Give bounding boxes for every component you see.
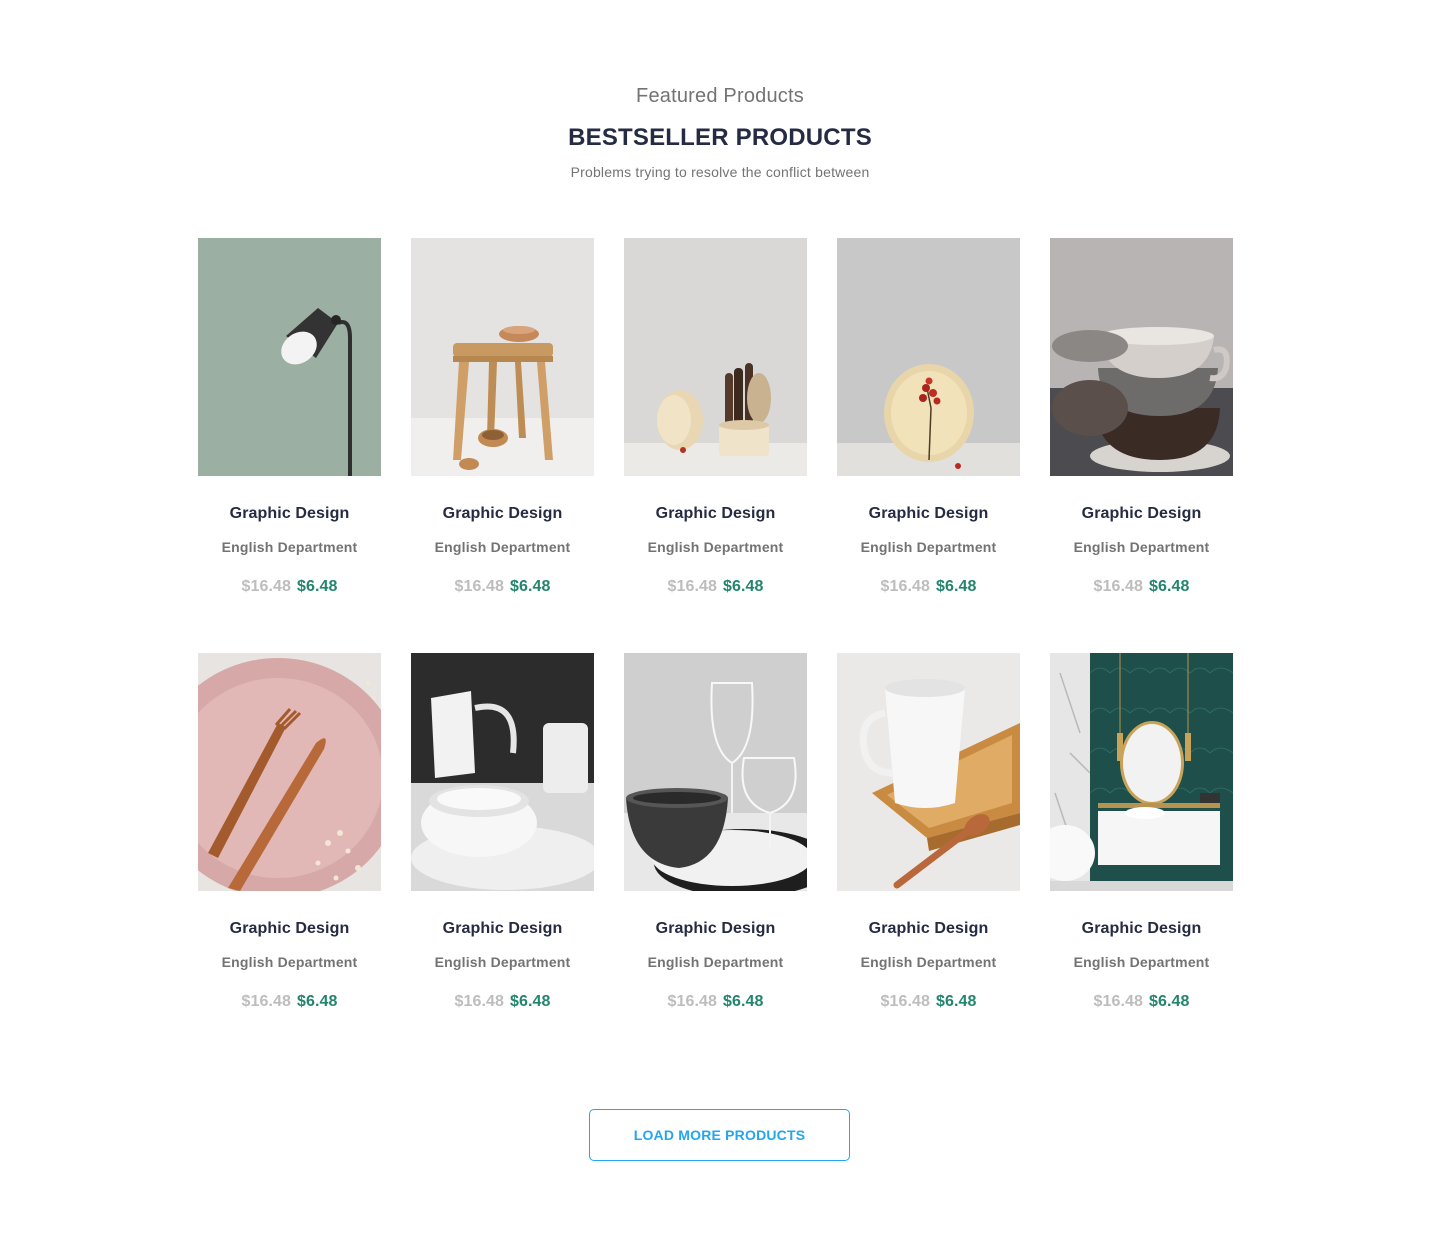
product-new-price: $6.48 [1149, 578, 1190, 595]
product-price: $16.48 $6.48 [198, 991, 381, 1013]
product-title[interactable]: Graphic Design [624, 918, 807, 940]
product-title[interactable]: Graphic Design [411, 503, 594, 525]
product-image-bathroom[interactable] [1050, 653, 1233, 891]
product-title[interactable]: Graphic Design [837, 918, 1020, 940]
product-department: English Department [434, 954, 571, 970]
product-card[interactable]: Graphic Design English Department $16.48… [1050, 238, 1233, 596]
product-new-price: $6.48 [510, 993, 551, 1010]
product-old-price: $16.48 [241, 993, 291, 1010]
product-price: $16.48 $6.48 [837, 991, 1020, 1013]
product-card[interactable]: Graphic Design English Department $16.48… [624, 653, 807, 1011]
product-new-price: $6.48 [297, 578, 338, 595]
product-card[interactable]: Graphic Design English Department $16.48… [198, 653, 381, 1011]
product-image-stacked-cups[interactable] [1050, 238, 1233, 476]
product-card[interactable]: Graphic Design English Department $16.48… [198, 238, 381, 596]
product-department: English Department [434, 539, 571, 555]
product-price: $16.48 $6.48 [624, 991, 807, 1013]
product-image-plate-berries[interactable] [837, 238, 1020, 476]
product-old-price: $16.48 [880, 578, 930, 595]
section-subtitle: Problems trying to resolve the conflict … [570, 164, 870, 180]
product-price: $16.48 $6.48 [198, 576, 381, 598]
product-image-white-dishes[interactable] [411, 653, 594, 891]
product-title[interactable]: Graphic Design [624, 503, 807, 525]
product-department: English Department [1073, 954, 1210, 970]
product-department: English Department [860, 954, 997, 970]
product-title[interactable]: Graphic Design [198, 503, 381, 525]
product-title[interactable]: Graphic Design [837, 503, 1020, 525]
product-old-price: $16.48 [667, 578, 717, 595]
product-new-price: $6.48 [723, 578, 764, 595]
product-image-wine-glasses[interactable] [624, 653, 807, 891]
product-old-price: $16.48 [454, 578, 504, 595]
product-image-wooden-cutlery[interactable] [624, 238, 807, 476]
product-department: English Department [647, 539, 784, 555]
load-more-products-button[interactable]: LOAD MORE PRODUCTS [589, 1109, 850, 1161]
product-department: English Department [221, 954, 358, 970]
product-old-price: $16.48 [880, 993, 930, 1010]
product-grid: Graphic Design English Department $16.48… [198, 238, 1233, 1011]
product-price: $16.48 $6.48 [1050, 991, 1233, 1013]
product-card[interactable]: Graphic Design English Department $16.48… [837, 238, 1020, 596]
product-old-price: $16.48 [1093, 993, 1143, 1010]
product-card[interactable]: Graphic Design English Department $16.48… [1050, 653, 1233, 1011]
product-new-price: $6.48 [1149, 993, 1190, 1010]
product-card[interactable]: Graphic Design English Department $16.48… [624, 238, 807, 596]
product-price: $16.48 $6.48 [411, 576, 594, 598]
product-old-price: $16.48 [1093, 578, 1143, 595]
product-department: English Department [647, 954, 784, 970]
product-title[interactable]: Graphic Design [411, 918, 594, 940]
product-new-price: $6.48 [936, 993, 977, 1010]
product-title[interactable]: Graphic Design [1050, 503, 1233, 525]
product-card[interactable]: Graphic Design English Department $16.48… [411, 238, 594, 596]
product-old-price: $16.48 [454, 993, 504, 1010]
product-department: English Department [221, 539, 358, 555]
product-new-price: $6.48 [723, 993, 764, 1010]
product-price: $16.48 $6.48 [624, 576, 807, 598]
product-title[interactable]: Graphic Design [198, 918, 381, 940]
product-price: $16.48 $6.48 [411, 991, 594, 1013]
product-price: $16.48 $6.48 [1050, 576, 1233, 598]
product-title[interactable]: Graphic Design [1050, 918, 1233, 940]
product-new-price: $6.48 [297, 993, 338, 1010]
product-new-price: $6.48 [936, 578, 977, 595]
product-image-floor-lamp[interactable] [198, 238, 381, 476]
product-department: English Department [860, 539, 997, 555]
product-card[interactable]: Graphic Design English Department $16.48… [837, 653, 1020, 1011]
section-title: BESTSELLER PRODUCTS [568, 124, 872, 151]
product-old-price: $16.48 [241, 578, 291, 595]
product-department: English Department [1073, 539, 1210, 555]
product-image-mug-tray[interactable] [837, 653, 1020, 891]
section-eyebrow: Featured Products [636, 85, 804, 107]
product-image-copper-cutlery[interactable] [198, 653, 381, 891]
product-image-wooden-stool[interactable] [411, 238, 594, 476]
product-card[interactable]: Graphic Design English Department $16.48… [411, 653, 594, 1011]
product-price: $16.48 $6.48 [837, 576, 1020, 598]
product-new-price: $6.48 [510, 578, 551, 595]
product-old-price: $16.48 [667, 993, 717, 1010]
